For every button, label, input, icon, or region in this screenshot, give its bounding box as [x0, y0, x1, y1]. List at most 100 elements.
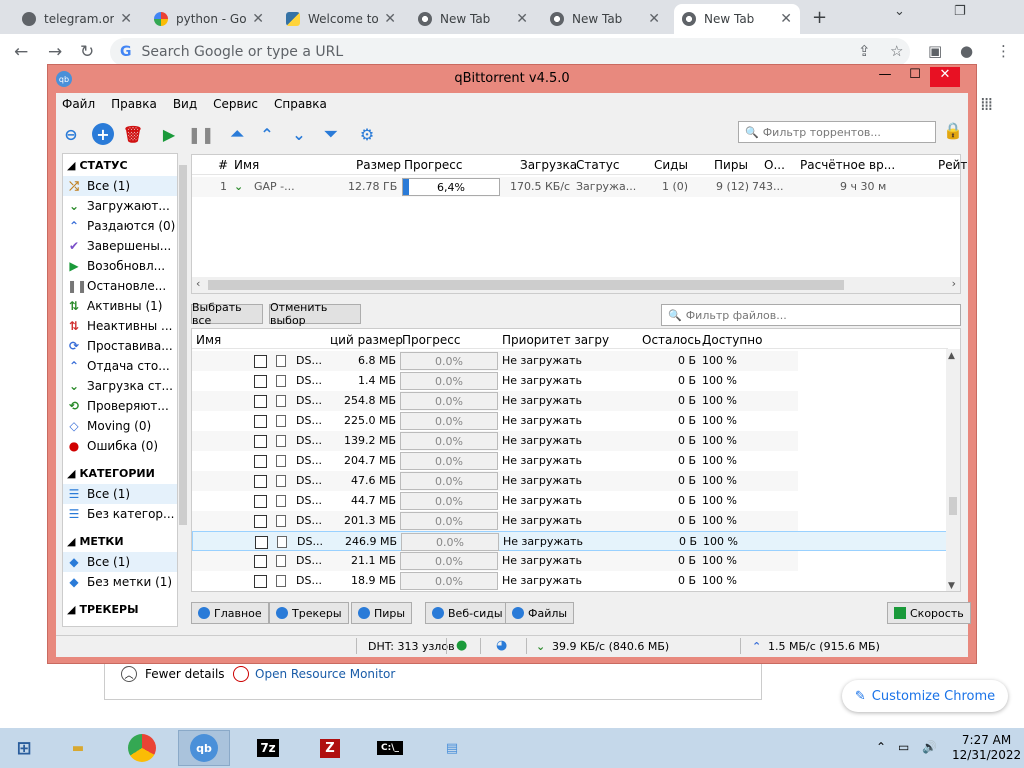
column-size[interactable]: Размер	[356, 158, 401, 172]
tag-all[interactable]: ◆ Все (1)	[63, 552, 177, 572]
column-peers[interactable]: Пиры	[714, 158, 748, 172]
close-icon[interactable]: ✕	[384, 11, 396, 27]
file-checkbox[interactable]	[254, 495, 267, 508]
close-icon[interactable]: ✕	[516, 11, 528, 27]
tab-files[interactable]: Файлы	[505, 602, 575, 624]
pause-icon[interactable]: ❚❚	[188, 123, 215, 145]
menu-file[interactable]: Файл	[62, 97, 95, 111]
file-column-available[interactable]: Доступно	[702, 333, 762, 347]
volume-icon[interactable]: 🔊	[922, 740, 937, 754]
torrent-filter-input[interactable]: 🔍 Фильтр торрентов...	[738, 121, 936, 143]
categories-section-header[interactable]: ◢ КАТЕГОРИИ	[63, 462, 177, 484]
tab-search-chevron-icon[interactable]: ⌄	[894, 4, 905, 19]
status-filter-item[interactable]: ❚❚ Остановле...	[63, 276, 177, 296]
fewer-details-link[interactable]: ︿ Fewer details	[121, 666, 225, 682]
deselect-button[interactable]: Отменить выбор	[269, 301, 361, 327]
file-column-name[interactable]: Имя	[196, 333, 221, 347]
share-icon[interactable]: ⇪	[858, 42, 871, 60]
file-checkbox[interactable]	[254, 515, 267, 528]
file-row[interactable]: DS... 201.3 МБ 0.0% Не загружать 0 Б 100 %	[192, 511, 948, 531]
menu-help[interactable]: Справка	[274, 97, 327, 111]
windows-start-icon[interactable]: ⊞	[0, 730, 48, 766]
file-list-vscrollbar[interactable]: ▲ ▼	[946, 349, 960, 591]
close-icon[interactable]: ✕	[252, 11, 264, 27]
bookmark-star-icon[interactable]: ☆	[890, 42, 903, 60]
file-checkbox[interactable]	[254, 455, 267, 468]
status-section-header[interactable]: ◢ СТАТУС	[63, 154, 177, 176]
tab-general[interactable]: Главное	[191, 602, 269, 624]
filezilla-taskbar-icon[interactable]: Z	[304, 730, 356, 766]
apps-grid-icon[interactable]: ⁞⁞⁞	[980, 94, 993, 115]
status-filter-item[interactable]: ⌃ Отдача сто...	[63, 356, 177, 376]
select-all-button[interactable]: Выбрать все	[191, 301, 263, 327]
status-filter-item[interactable]: ⇅ Активны (1)	[63, 296, 177, 316]
move-down-icon[interactable]: ⌄	[288, 123, 310, 145]
resume-play-icon[interactable]: ▶	[158, 123, 180, 145]
chrome-tab-python[interactable]: python - Goo ✕	[146, 4, 272, 34]
status-filter-item[interactable]: ⤮ Все (1)	[63, 176, 177, 196]
move-top-icon[interactable]: ⏶	[226, 123, 248, 145]
network-icon[interactable]: ▭	[898, 740, 909, 754]
file-checkbox[interactable]	[254, 415, 267, 428]
scroll-right-icon[interactable]: ›	[952, 277, 956, 290]
scrollbar-thumb[interactable]	[179, 165, 187, 525]
file-priority[interactable]: Не загружать	[502, 374, 582, 387]
upload-speed-status[interactable]: 1.5 МБ/с (915.6 МБ)	[768, 640, 880, 653]
scroll-up-icon[interactable]: ▲	[948, 351, 955, 361]
speed-button[interactable]: Скорость	[887, 602, 971, 624]
file-column-size[interactable]: ций размер	[330, 333, 403, 347]
customize-chrome-button[interactable]: ✎ Customize Chrome	[842, 680, 1008, 712]
file-checkbox[interactable]	[255, 536, 268, 549]
add-torrent-icon[interactable]: +	[92, 123, 114, 145]
status-filter-item[interactable]: ● Ошибка (0)	[63, 436, 177, 456]
torrent-list-hscrollbar[interactable]: ‹ ›	[192, 277, 960, 293]
file-row[interactable]: DS... 246.9 МБ 0.0% Не загружать 0 Б 100 %	[192, 531, 948, 551]
column-number[interactable]: #	[218, 158, 228, 172]
file-priority[interactable]: Не загружать	[502, 574, 582, 587]
column-ratio[interactable]: Рейт	[938, 158, 967, 172]
open-resource-monitor-link[interactable]: Open Resource Monitor	[233, 666, 395, 682]
close-icon[interactable]: ✕	[120, 11, 132, 27]
file-row[interactable]: DS... 139.2 МБ 0.0% Не загружать 0 Б 100 %	[192, 431, 948, 451]
scroll-left-icon[interactable]: ‹	[196, 277, 200, 290]
speed-limit-icon[interactable]: ◕	[496, 638, 507, 653]
tab-trackers[interactable]: Трекеры	[269, 602, 349, 624]
minimize-icon[interactable]: —	[870, 67, 900, 87]
tags-section-header[interactable]: ◢ МЕТКИ	[63, 530, 177, 552]
menu-view[interactable]: Вид	[173, 97, 197, 111]
restore-window-icon[interactable]: ❐	[954, 4, 966, 19]
status-filter-item[interactable]: ⌃ Раздаются (0)	[63, 216, 177, 236]
file-priority[interactable]: Не загружать	[502, 454, 582, 467]
7zip-taskbar-icon[interactable]: 7z	[242, 730, 294, 766]
download-speed-status[interactable]: 39.9 КБ/с (840.6 МБ)	[552, 640, 669, 653]
file-priority[interactable]: Не загружать	[502, 434, 582, 447]
connection-ok-icon[interactable]: ●	[456, 638, 467, 653]
file-row[interactable]: DS... 21.1 МБ 0.0% Не загружать 0 Б 100 %	[192, 551, 948, 571]
file-row[interactable]: DS... 44.7 МБ 0.0% Не загружать 0 Б 100 %	[192, 491, 948, 511]
scroll-down-icon[interactable]: ▼	[948, 581, 955, 591]
system-clock[interactable]: 7:27 AM 12/31/2022	[952, 733, 1021, 763]
status-filter-item[interactable]: ⟲ Проверяют...	[63, 396, 177, 416]
chrome-tab-new-1[interactable]: New Tab ✕	[410, 4, 536, 34]
file-checkbox[interactable]	[254, 435, 267, 448]
reload-icon[interactable]: ↻	[80, 42, 94, 62]
side-panel-icon[interactable]: ▣	[928, 42, 942, 60]
file-priority[interactable]: Не загружать	[502, 354, 582, 367]
torrent-row[interactable]: 1 ⌄ GAP -... 12.78 ГБ 6,4% 170.5 КБ/с За…	[192, 177, 960, 197]
file-column-remaining[interactable]: Осталось	[642, 333, 701, 347]
scrollbar-thumb[interactable]	[208, 280, 844, 290]
tag-untagged[interactable]: ◆ Без метки (1)	[63, 572, 177, 592]
trackers-section-header[interactable]: ◢ ТРЕКЕРЫ	[63, 598, 177, 620]
file-row[interactable]: DS... 254.8 МБ 0.0% Не загружать 0 Б 100 %	[192, 391, 948, 411]
back-arrow-icon[interactable]: ←	[14, 42, 28, 62]
chrome-tab-telegram[interactable]: telegram.org ✕	[14, 4, 140, 34]
column-name[interactable]: Имя	[234, 158, 259, 172]
chrome-tab-new-active[interactable]: New Tab ✕	[674, 4, 800, 34]
file-checkbox[interactable]	[254, 395, 267, 408]
tray-chevron-icon[interactable]: ⌃	[876, 740, 886, 754]
profile-avatar-icon[interactable]: ●	[960, 42, 973, 60]
status-filter-item[interactable]: ⌄ Загрузка ст...	[63, 376, 177, 396]
file-row[interactable]: DS... 18.9 МБ 0.0% Не загружать 0 Б 100 %	[192, 571, 948, 591]
menu-tools[interactable]: Сервис	[213, 97, 258, 111]
file-priority[interactable]: Не загружать	[502, 494, 582, 507]
